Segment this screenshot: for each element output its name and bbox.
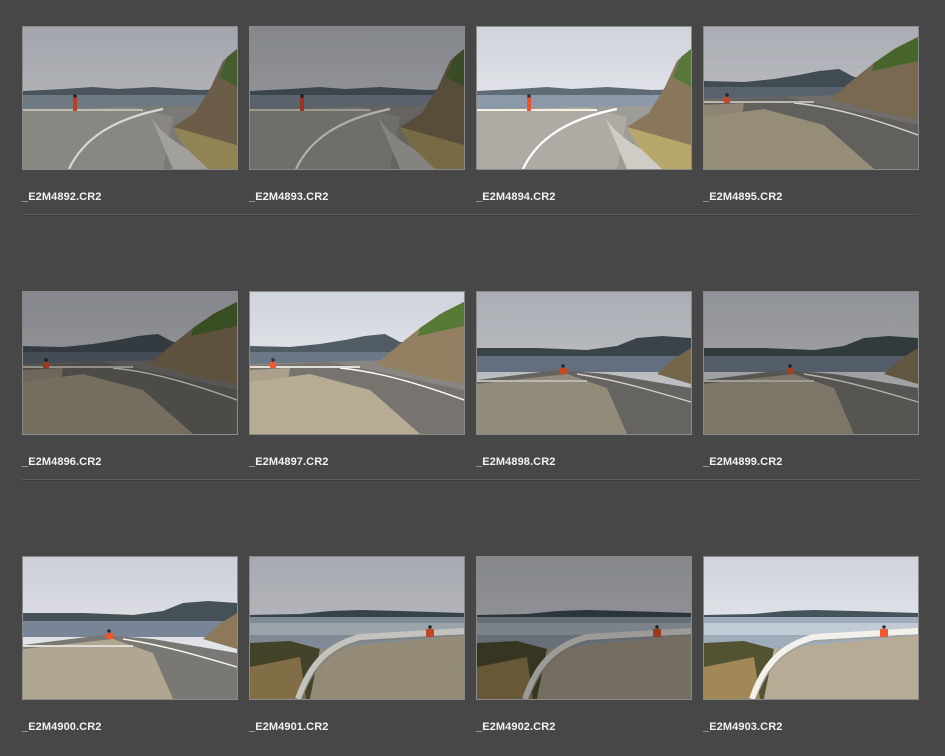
photo-thumbnail[interactable] [476, 556, 692, 700]
filename-label: _E2M4900.CR2 [22, 721, 102, 733]
photo-image [704, 27, 918, 169]
photo-thumbnail[interactable] [703, 291, 919, 435]
photo-image [250, 27, 464, 169]
photo-thumbnail[interactable] [703, 26, 919, 170]
filename-label: _E2M4898.CR2 [476, 456, 556, 468]
photo-image [250, 292, 464, 434]
photo-thumbnail[interactable] [476, 26, 692, 170]
photo-image [704, 557, 918, 699]
photo-thumbnail[interactable] [22, 291, 238, 435]
thumbnail-cell[interactable]: _E2M4900.CR2 [22, 556, 238, 756]
photo-image [23, 27, 237, 169]
photo-thumbnail[interactable] [22, 26, 238, 170]
photo-image [23, 557, 237, 699]
thumbnail-cell[interactable]: _E2M4892.CR2 [22, 26, 238, 226]
thumbnail-cell[interactable]: _E2M4894.CR2 [476, 26, 692, 226]
filename-label: _E2M4895.CR2 [703, 191, 783, 203]
filename-label: _E2M4893.CR2 [249, 191, 329, 203]
thumbnail-cell[interactable]: _E2M4898.CR2 [476, 291, 692, 491]
photo-thumbnail[interactable] [249, 26, 465, 170]
thumbnail-grid: _E2M4892.CR2 _E2M4893.CR2 _E2M4894.CR2 _… [0, 0, 945, 752]
thumbnail-cell[interactable]: _E2M4897.CR2 [249, 291, 465, 491]
photo-image [477, 557, 691, 699]
filename-label: _E2M4892.CR2 [22, 191, 102, 203]
photo-image [23, 292, 237, 434]
photo-thumbnail[interactable] [249, 556, 465, 700]
thumbnail-cell[interactable]: _E2M4895.CR2 [703, 26, 919, 226]
filename-label: _E2M4897.CR2 [249, 456, 329, 468]
photo-image [477, 292, 691, 434]
photo-image [704, 292, 918, 434]
filename-label: _E2M4894.CR2 [476, 191, 556, 203]
thumbnail-cell[interactable]: _E2M4893.CR2 [249, 26, 465, 226]
photo-thumbnail[interactable] [249, 291, 465, 435]
thumbnail-cell[interactable]: _E2M4902.CR2 [476, 556, 692, 756]
filename-label: _E2M4896.CR2 [22, 456, 102, 468]
photo-thumbnail[interactable] [476, 291, 692, 435]
photo-thumbnail[interactable] [703, 556, 919, 700]
photo-image [477, 27, 691, 169]
thumbnail-cell[interactable]: _E2M4903.CR2 [703, 556, 919, 756]
filename-label: _E2M4899.CR2 [703, 456, 783, 468]
photo-thumbnail[interactable] [22, 556, 238, 700]
filename-label: _E2M4901.CR2 [249, 721, 329, 733]
photo-image [250, 557, 464, 699]
thumbnail-cell[interactable]: _E2M4899.CR2 [703, 291, 919, 491]
filename-label: _E2M4902.CR2 [476, 721, 556, 733]
thumbnail-cell[interactable]: _E2M4896.CR2 [22, 291, 238, 491]
filename-label: _E2M4903.CR2 [703, 721, 783, 733]
thumbnail-cell[interactable]: _E2M4901.CR2 [249, 556, 465, 756]
